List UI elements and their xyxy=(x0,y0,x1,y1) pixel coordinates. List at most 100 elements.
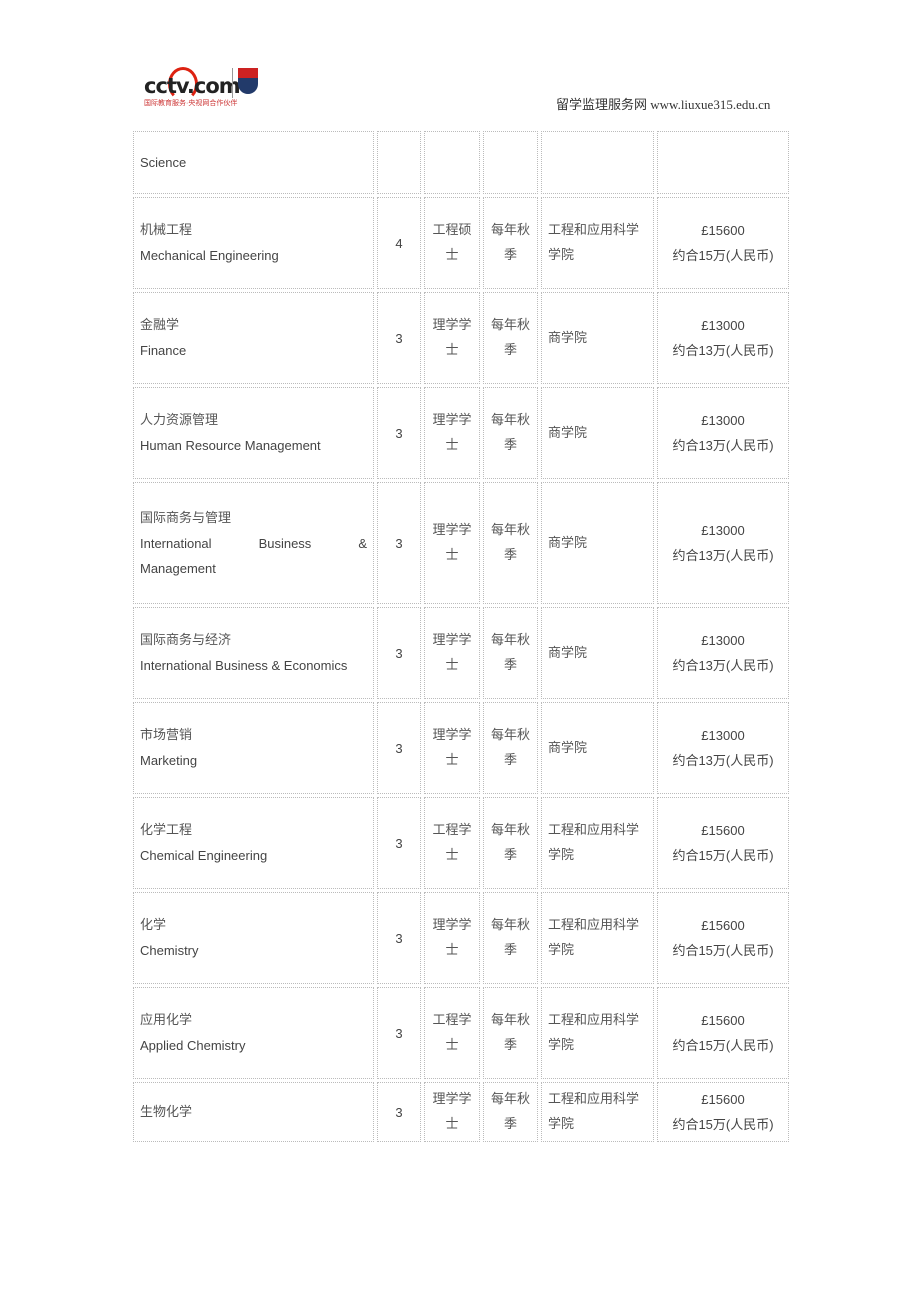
fee-cell: £15600 约合15万(人民币) xyxy=(657,1082,789,1142)
fee-rmb: 约合13万(人民币) xyxy=(672,658,774,673)
program-cell: 金融学 Finance xyxy=(133,292,374,384)
degree-cell: 工程学士 xyxy=(424,797,480,889)
site-label: 留学监理服务网 www.liuxue315.edu.cn xyxy=(556,97,771,112)
school-cell: 工程和应用科学学院 xyxy=(541,197,654,289)
years-cell: 4 xyxy=(377,197,421,289)
fee-gbp: £15600 xyxy=(701,823,745,838)
school-cell: 工程和应用科学学院 xyxy=(541,987,654,1079)
school-cell: 工程和应用科学学院 xyxy=(541,892,654,984)
intake-cell xyxy=(483,131,538,194)
fee-cell: £13000 约合13万(人民币) xyxy=(657,702,789,794)
fee-rmb: 约合15万(人民币) xyxy=(672,1038,774,1053)
program-name-cn: 机械工程 xyxy=(140,223,193,238)
shield-icon xyxy=(238,68,258,94)
table-row: 机械工程 Mechanical Engineering 4 工程硕士 每年秋季 工… xyxy=(133,197,789,289)
school-cell: 商学院 xyxy=(541,607,654,699)
cctv-logo: cctv.com 国际教育服务·央视网合作伙伴 xyxy=(142,64,267,110)
table-row: Science xyxy=(133,131,789,194)
fee-cell: £15600 约合15万(人民币) xyxy=(657,892,789,984)
program-cell: 应用化学 Applied Chemistry xyxy=(133,987,374,1079)
program-name-en: InternationalBusiness&International Busi… xyxy=(140,531,367,581)
fee-gbp: £15600 xyxy=(701,223,745,238)
intake-cell: 每年秋季 xyxy=(483,987,538,1079)
fee-gbp: £13000 xyxy=(701,523,745,538)
program-cell: Science xyxy=(133,131,374,194)
program-name-en: Human Resource Management xyxy=(140,438,321,453)
program-name-en: Chemical Engineering xyxy=(140,848,268,863)
fee-gbp: £15600 xyxy=(701,1092,745,1107)
school-cell: 商学院 xyxy=(541,387,654,479)
program-name-cn: 市场营销 xyxy=(140,728,193,743)
program-name-en: Science xyxy=(140,155,187,170)
program-cell: 市场营销 Marketing xyxy=(133,702,374,794)
program-name-cn: 生物化学 xyxy=(140,1104,193,1120)
table-row: 应用化学 Applied Chemistry 3 工程学士 每年秋季 工程和应用科… xyxy=(133,987,789,1079)
fee-cell: £15600 约合15万(人民币) xyxy=(657,197,789,289)
degree-cell: 理学学士 xyxy=(424,607,480,699)
program-cell: 人力资源管理 Human Resource Management xyxy=(133,387,374,479)
fee-cell: £13000 约合13万(人民币) xyxy=(657,607,789,699)
program-name-en: Mechanical Engineering xyxy=(140,248,279,263)
intake-cell: 每年秋季 xyxy=(483,1082,538,1142)
table-row: 市场营销 Marketing 3 理学学士 每年秋季 商学院 £13000 约合13… xyxy=(133,702,789,794)
program-name-cn: 应用化学 xyxy=(140,1013,193,1028)
school-cell xyxy=(541,131,654,194)
program-name-cn: 国际商务与管理 xyxy=(140,510,232,526)
intake-cell: 每年秋季 xyxy=(483,387,538,479)
fee-gbp: £13000 xyxy=(701,728,745,743)
degree-cell: 理学学士 xyxy=(424,292,480,384)
program-cell: 国际商务与管理 InternationalBusiness&Internation… xyxy=(133,482,374,604)
fee-cell: £15600 约合15万(人民币) xyxy=(657,797,789,889)
fee-rmb: 约合13万(人民币) xyxy=(672,753,774,768)
intake-cell: 每年秋季 xyxy=(483,607,538,699)
program-name-en: Applied Chemistry xyxy=(140,1038,246,1053)
fee-rmb: 约合15万(人民币) xyxy=(672,248,774,263)
fee-rmb: 约合15万(人民币) xyxy=(672,1117,774,1132)
program-cell: 机械工程 Mechanical Engineering xyxy=(133,197,374,289)
degree-cell: 理学学士 xyxy=(424,1082,480,1142)
table-row: 人力资源管理 Human Resource Management 3 理学学士 每… xyxy=(133,387,789,479)
fee-gbp: £13000 xyxy=(701,633,745,648)
intake-cell: 每年秋季 xyxy=(483,482,538,604)
fee-gbp: £13000 xyxy=(701,318,745,333)
program-name-cn: 化学 xyxy=(140,918,167,933)
fee-gbp: £13000 xyxy=(701,413,745,428)
fee-cell xyxy=(657,131,789,194)
years-cell: 3 xyxy=(377,1082,421,1142)
intake-cell: 每年秋季 xyxy=(483,892,538,984)
intake-cell: 每年秋季 xyxy=(483,797,538,889)
logo-text: cctv.com xyxy=(144,74,241,98)
program-name-cn: 金融学 xyxy=(140,318,180,333)
program-name-cn: 国际商务与经济 xyxy=(140,633,232,648)
school-cell: 商学院 xyxy=(541,702,654,794)
intake-cell: 每年秋季 xyxy=(483,702,538,794)
degree-cell: 工程学士 xyxy=(424,987,480,1079)
fee-cell: £13000 约合13万(人民币) xyxy=(657,482,789,604)
years-cell: 3 xyxy=(377,482,421,604)
table-row: 国际商务与管理 InternationalBusiness&Internation… xyxy=(133,482,789,604)
fee-cell: £15600 约合15万(人民币) xyxy=(657,987,789,1079)
logo-subtitle: 国际教育服务·央视网合作伙伴 xyxy=(144,100,238,107)
years-cell xyxy=(377,131,421,194)
degree-cell: 工程硕士 xyxy=(424,197,480,289)
program-name-en-line: International Business & xyxy=(140,535,367,551)
degree-cell: 理学学士 xyxy=(424,892,480,984)
degree-cell: 理学学士 xyxy=(424,702,480,794)
school-cell: 商学院 xyxy=(541,482,654,604)
program-cell: 化学工程 Chemical Engineering xyxy=(133,797,374,889)
fee-rmb: 约合15万(人民币) xyxy=(672,848,774,863)
years-cell: 3 xyxy=(377,607,421,699)
fee-rmb: 约合15万(人民币) xyxy=(672,943,774,958)
table-row: 化学工程 Chemical Engineering 3 工程学士 每年秋季 工程和… xyxy=(133,797,789,889)
years-cell: 3 xyxy=(377,797,421,889)
program-cell: 化学 Chemistry xyxy=(133,892,374,984)
logo-divider xyxy=(232,68,233,98)
intake-cell: 每年秋季 xyxy=(483,197,538,289)
fee-rmb: 约合13万(人民币) xyxy=(672,438,774,453)
table-row: 生物化学 3 理学学士 每年秋季 工程和应用科学学院 £15600 约合15万(人… xyxy=(133,1082,789,1142)
table-row: 国际商务与经济 International Business & Economic… xyxy=(133,607,789,699)
program-cell: 国际商务与经济 International Business & Economic… xyxy=(133,607,374,699)
degree-cell xyxy=(424,131,480,194)
degree-cell: 理学学士 xyxy=(424,482,480,604)
years-cell: 3 xyxy=(377,987,421,1079)
